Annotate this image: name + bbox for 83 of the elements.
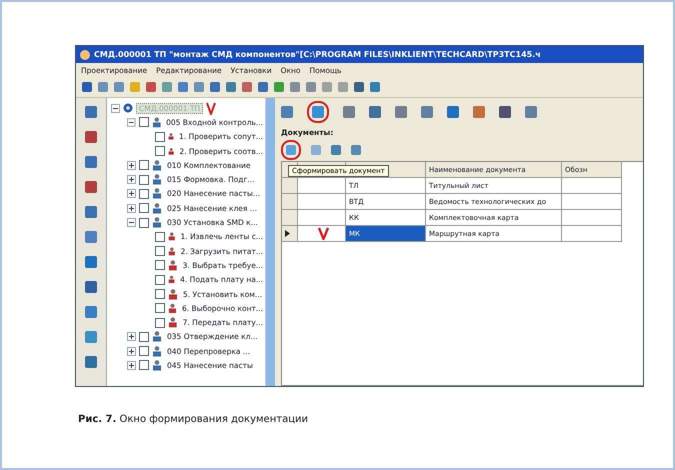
tool-icon[interactable]	[447, 106, 459, 118]
checkbox[interactable]	[155, 260, 165, 270]
annotation-mark	[206, 102, 216, 115]
window-title: СМД.000001 ТП "монтаж СМД компонентов"[C:\PROGRAM FILES\INKLIENT\TECHCARD\TP3TC145.ч	[94, 50, 541, 59]
tool-icon[interactable]	[85, 306, 97, 318]
expander-icon[interactable]	[127, 346, 136, 356]
person-icon	[168, 260, 178, 271]
tool-icon[interactable]	[369, 106, 381, 118]
person-icon	[152, 160, 162, 171]
person-icon	[152, 346, 162, 357]
tool-icon[interactable]	[85, 331, 97, 343]
checkbox[interactable]	[139, 218, 149, 228]
expander-icon[interactable]	[127, 189, 136, 198]
checkbox[interactable]	[155, 232, 165, 242]
tool-icon[interactable]	[85, 181, 97, 193]
expander-icon[interactable]	[111, 104, 120, 113]
checkbox[interactable]	[139, 203, 149, 214]
checkbox[interactable]	[155, 146, 165, 156]
tool-icon[interactable]	[85, 156, 97, 168]
tool-icon[interactable]	[85, 131, 97, 143]
checkbox[interactable]	[139, 332, 149, 342]
checkbox[interactable]	[138, 117, 149, 128]
tool-icon[interactable]	[85, 281, 97, 293]
checkbox[interactable]	[155, 246, 165, 256]
tool-icon[interactable]	[499, 106, 511, 118]
person-icon	[152, 116, 162, 128]
person-icon	[168, 131, 174, 142]
checkbox[interactable]	[139, 174, 149, 185]
tool-icon[interactable]	[395, 106, 407, 118]
table-cell	[562, 210, 622, 226]
tool-icon[interactable]	[85, 231, 97, 243]
table-cell	[562, 226, 622, 242]
person-icon	[168, 246, 176, 257]
tool-icon[interactable]	[85, 206, 97, 218]
expander-icon[interactable]	[127, 160, 136, 170]
expander-icon[interactable]	[127, 204, 136, 213]
person-icon	[152, 331, 162, 342]
checkbox[interactable]	[155, 289, 165, 299]
tool-icon[interactable]	[281, 106, 293, 118]
tool-icon[interactable]	[85, 356, 97, 368]
tool-icon[interactable]	[312, 106, 324, 118]
checkbox[interactable]	[155, 274, 165, 285]
person-icon	[152, 202, 162, 214]
tool-icon[interactable]	[343, 106, 355, 118]
disc-icon	[123, 103, 133, 114]
checkbox[interactable]	[139, 346, 149, 356]
tool-icon[interactable]	[421, 106, 433, 118]
checkbox[interactable]	[155, 318, 165, 328]
checkbox[interactable]	[139, 360, 149, 370]
app-icon	[80, 50, 90, 60]
annotation-mark	[318, 227, 328, 240]
expander-icon[interactable]	[127, 218, 136, 228]
person-icon	[152, 217, 162, 228]
figure-caption: Рис. 7. Окно формирования документации	[78, 414, 309, 425]
person-icon	[168, 274, 176, 286]
row-pointer-icon	[285, 230, 290, 237]
person-icon	[168, 146, 174, 157]
tool-icon[interactable]	[85, 106, 97, 118]
scrollbar[interactable]	[265, 98, 275, 386]
expander-icon[interactable]	[127, 118, 136, 127]
person-icon	[168, 317, 178, 328]
checkbox[interactable]	[155, 132, 165, 142]
checkbox[interactable]	[139, 160, 149, 170]
table-cell	[298, 194, 346, 210]
person-icon	[168, 231, 176, 242]
person-icon	[152, 174, 162, 186]
table-cell	[298, 178, 346, 194]
table-cell	[562, 194, 622, 210]
row-header[interactable]	[282, 226, 298, 242]
tool-icon[interactable]	[525, 106, 537, 118]
table-cell	[562, 178, 622, 194]
checkbox[interactable]	[155, 303, 165, 314]
person-icon	[152, 360, 162, 371]
expander-icon[interactable]	[127, 332, 136, 342]
tool-icon[interactable]	[473, 106, 485, 118]
expander-icon[interactable]	[127, 360, 136, 370]
person-icon	[168, 288, 178, 300]
tool-icon[interactable]	[85, 256, 97, 268]
checkbox[interactable]	[139, 188, 149, 199]
expander-icon[interactable]	[127, 175, 136, 184]
person-icon	[152, 188, 162, 200]
tool-icon[interactable]	[286, 145, 296, 155]
person-icon	[168, 302, 177, 314]
